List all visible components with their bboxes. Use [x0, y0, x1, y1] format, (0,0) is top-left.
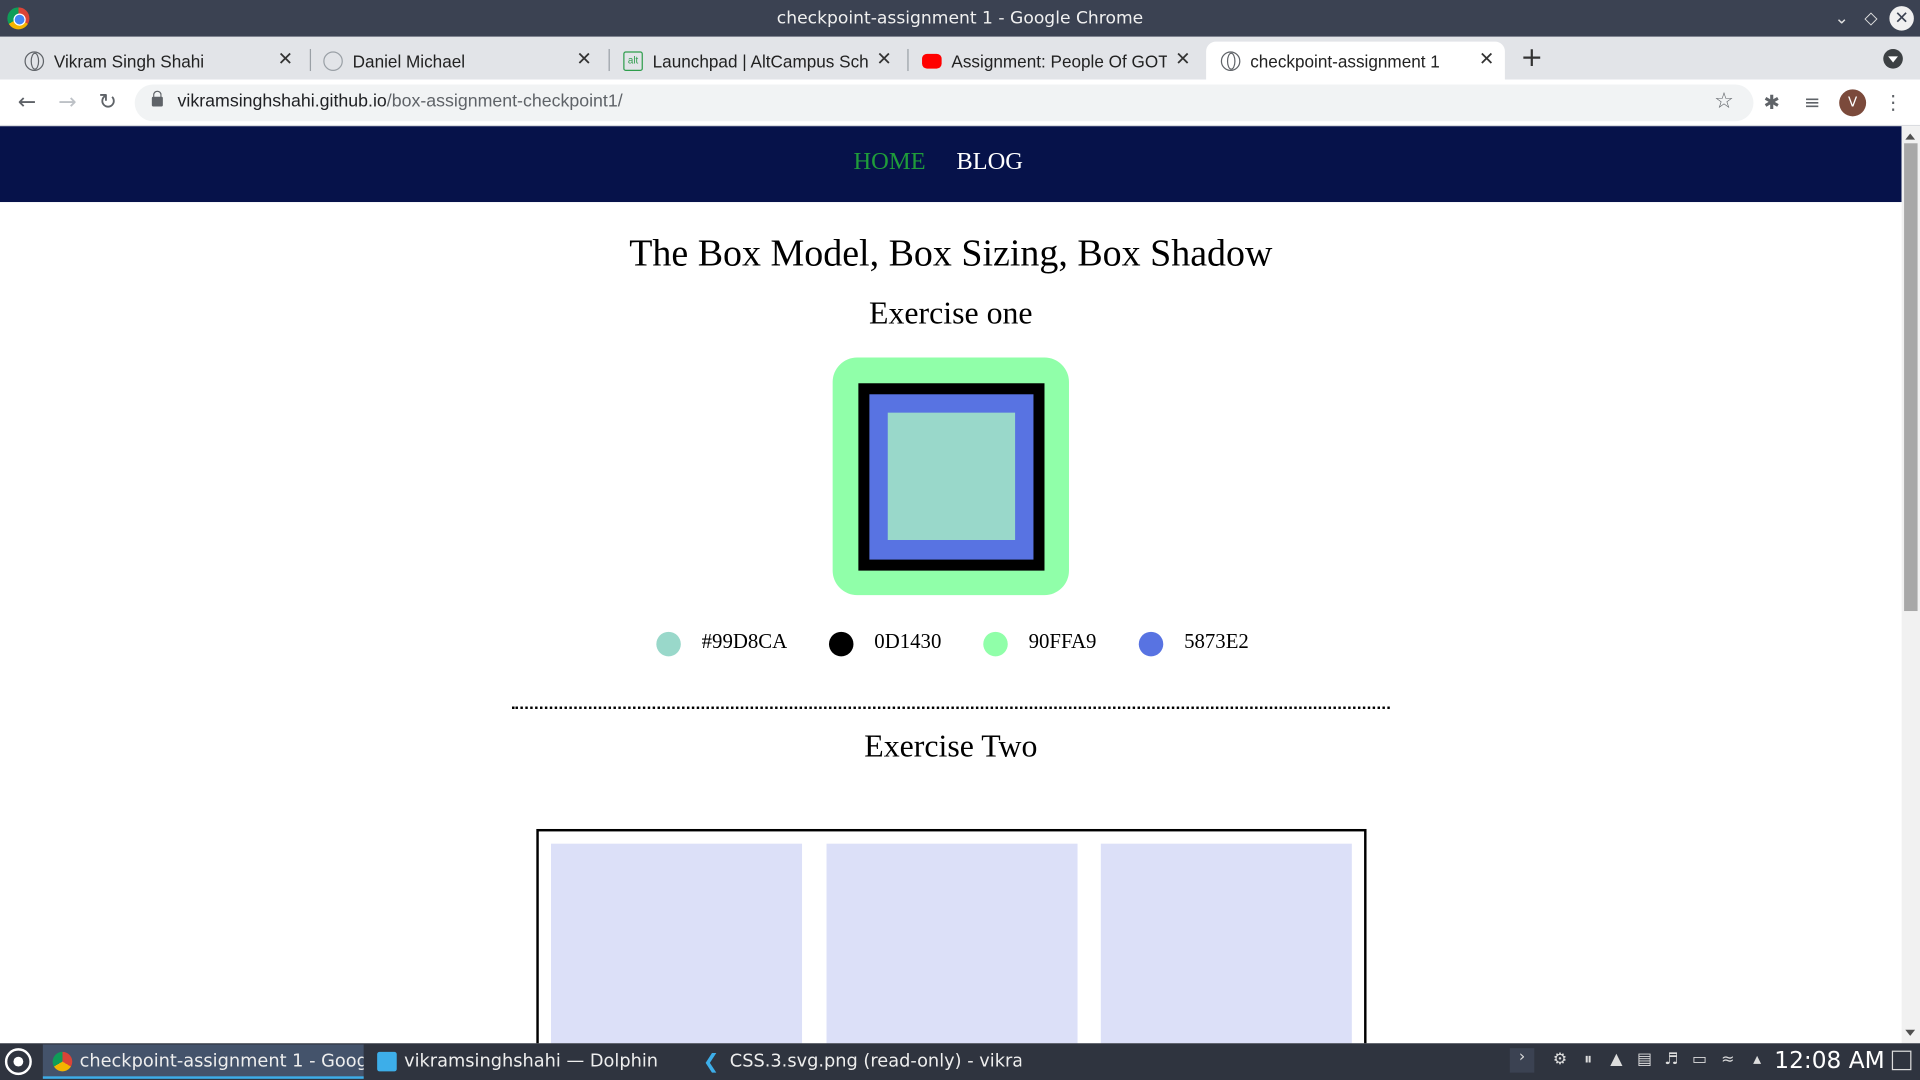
- color-swatch-label: 5873E2: [1184, 629, 1249, 653]
- tab-daniel-michael[interactable]: Daniel Michael ✕: [309, 42, 603, 80]
- tray-expand-icon[interactable]: ▴: [1747, 1051, 1767, 1071]
- color-swatch: [656, 631, 681, 657]
- chrome-icon: [52, 1051, 73, 1072]
- folder-icon: [377, 1051, 397, 1072]
- clock[interactable]: 12:08 AM: [1774, 1047, 1884, 1074]
- youtube-icon: [922, 53, 942, 69]
- wifi-icon[interactable]: ≈: [1718, 1051, 1738, 1071]
- vscode-icon: ❮: [702, 1049, 720, 1073]
- page-viewport: HOME BLOG The Box Model, Box Sizing, Box…: [0, 126, 1902, 1044]
- maximize-icon[interactable]: ◇: [1859, 6, 1883, 30]
- tab-label: Daniel Michael: [352, 51, 466, 72]
- scrollbar-thumb[interactable]: [1904, 143, 1918, 612]
- tab-vikram-singh-shahi[interactable]: Vikram Singh Shahi ✕: [10, 42, 304, 80]
- taskbar-item-vscode[interactable]: ❮ CSS.3.svg.png (read-only) - vikram...: [693, 1044, 1021, 1078]
- lock-icon[interactable]: [151, 90, 163, 107]
- terminal-icon[interactable]: ›: [1509, 1048, 1535, 1073]
- tab-label: checkpoint-assignment 1: [1250, 51, 1440, 72]
- color-swatch: [1138, 631, 1164, 657]
- window-title: checkpoint-assignment 1 - Google Chrome: [776, 8, 1144, 29]
- globe-icon: [24, 51, 45, 72]
- color-swatch-label: 90FFA9: [1028, 629, 1097, 653]
- browser-toolbar: ← → ↻ vikramsinghshahi.github.io/box-ass…: [0, 79, 1920, 127]
- notifications-icon[interactable]: ⚙: [1550, 1051, 1570, 1071]
- menu-kebab-icon[interactable]: ⋮: [1881, 91, 1905, 115]
- box-model-padding: [869, 394, 1034, 560]
- color-swatch-label: #99D8CA: [701, 629, 788, 653]
- media-control-icon[interactable]: ≡: [1800, 91, 1824, 115]
- tab-launchpad[interactable]: alt Launchpad | AltCampus Sch ✕: [609, 42, 903, 80]
- reload-icon[interactable]: ↻: [93, 88, 122, 117]
- battery-icon[interactable]: ▭: [1690, 1051, 1710, 1071]
- scroll-down-icon[interactable]: [1905, 1029, 1916, 1036]
- app-launcher-icon[interactable]: [4, 1048, 32, 1076]
- nav-blog-link[interactable]: BLOG: [956, 148, 1023, 176]
- url-text[interactable]: vikramsinghshahi.github.io/box-assignmen…: [178, 92, 623, 112]
- url-host: vikramsinghshahi.github.io: [177, 91, 387, 112]
- taskbar-item-label: CSS.3.svg.png (read-only) - vikram...: [729, 1051, 1021, 1072]
- tab-label: Launchpad | AltCampus Sch: [652, 51, 869, 72]
- box-model-content: [887, 412, 1016, 541]
- close-tab-icon[interactable]: ✕: [274, 49, 296, 71]
- tab-strip: Vikram Singh Shahi ✕ Daniel Michael ✕ al…: [0, 36, 1920, 80]
- color-swatch: [828, 631, 854, 657]
- media-pause-icon[interactable]: ⏸: [1578, 1051, 1598, 1071]
- tab-checkpoint-assignment[interactable]: checkpoint-assignment 1 ✕: [1206, 41, 1505, 80]
- close-tab-icon[interactable]: ✕: [573, 49, 595, 71]
- url-path: /box-assignment-checkpoint1/: [386, 91, 623, 112]
- clipboard-icon[interactable]: ▤: [1635, 1051, 1655, 1071]
- exercise-two-card: [826, 843, 1078, 1044]
- color-swatch: [983, 631, 1008, 657]
- profile-avatar[interactable]: V: [1839, 89, 1867, 117]
- section-divider: [511, 706, 1390, 709]
- site-nav: HOME BLOG: [0, 126, 1902, 203]
- page-scrollbar[interactable]: [1901, 126, 1920, 1044]
- taskbar-item-chrome[interactable]: checkpoint-assignment 1 - Googl...: [42, 1044, 364, 1079]
- tab-label: Assignment: People Of GOT: [951, 51, 1167, 72]
- exercise-one-title: Exercise one: [869, 295, 1033, 331]
- updates-icon[interactable]: ▲: [1607, 1051, 1627, 1071]
- tab-search-icon[interactable]: [1883, 48, 1903, 69]
- tab-assignment-got[interactable]: Assignment: People Of GOT ✕: [907, 42, 1201, 80]
- tab-label: Vikram Singh Shahi: [53, 51, 205, 72]
- nav-home-link[interactable]: HOME: [853, 148, 925, 176]
- address-bar[interactable]: vikramsinghshahi.github.io/box-assignmen…: [134, 84, 1754, 122]
- box-model-border: [858, 383, 1045, 571]
- show-desktop-icon[interactable]: [1891, 1050, 1912, 1071]
- exercise-two-card: [551, 843, 803, 1044]
- new-tab-icon[interactable]: +: [1520, 43, 1544, 74]
- forward-icon[interactable]: →: [53, 88, 82, 117]
- taskbar-item-dolphin[interactable]: vikramsinghshahi — Dolphin: [367, 1044, 688, 1078]
- cloud-icon: [323, 51, 343, 72]
- exercise-two-card: [1100, 843, 1352, 1044]
- taskbar-item-label: vikramsinghshahi — Dolphin: [404, 1051, 659, 1072]
- globe-icon: [1220, 51, 1241, 72]
- scroll-up-icon[interactable]: [1905, 133, 1916, 140]
- close-window-icon[interactable]: ✕: [1889, 6, 1914, 31]
- exercise-two-container: [536, 828, 1367, 1044]
- window-titlebar: checkpoint-assignment 1 - Google Chrome …: [0, 0, 1920, 37]
- bookmark-star-icon[interactable]: ☆: [1714, 88, 1734, 114]
- back-icon[interactable]: ←: [12, 88, 41, 117]
- minimize-icon[interactable]: ⌄: [1829, 6, 1853, 30]
- close-tab-icon[interactable]: ✕: [1476, 49, 1498, 71]
- volume-icon[interactable]: ♬: [1662, 1051, 1682, 1071]
- page-title: The Box Model, Box Sizing, Box Shadow: [629, 231, 1273, 275]
- exercise-two-title: Exercise Two: [864, 728, 1038, 765]
- close-tab-icon[interactable]: ✕: [1172, 49, 1194, 71]
- taskbar-item-label: checkpoint-assignment 1 - Googl...: [79, 1051, 364, 1072]
- color-swatch-label: 0D1430: [874, 629, 942, 653]
- box-model-outer: [832, 357, 1069, 596]
- altcampus-icon: alt: [623, 51, 643, 72]
- taskbar: checkpoint-assignment 1 - Googl... vikra…: [0, 1043, 1920, 1080]
- extensions-icon[interactable]: ✱: [1760, 91, 1784, 115]
- close-tab-icon[interactable]: ✕: [873, 49, 895, 71]
